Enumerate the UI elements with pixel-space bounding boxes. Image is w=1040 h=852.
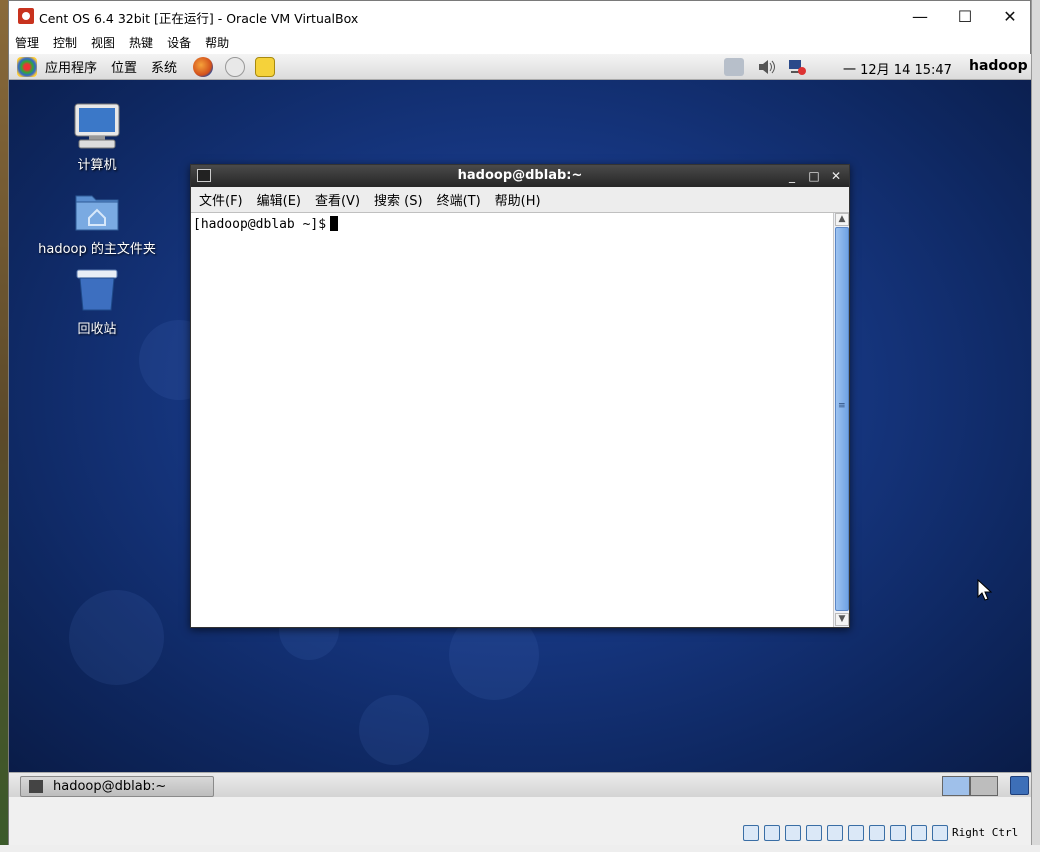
volume-icon[interactable]: [757, 58, 777, 76]
gnome-top-panel: 应用程序 位置 系统 一 12月 14 15:47 hadoop: [9, 54, 1031, 80]
bokeh-light: [69, 590, 164, 685]
display-icon[interactable]: [869, 825, 885, 841]
notes-icon[interactable]: [255, 56, 276, 77]
workspace-1[interactable]: [942, 776, 970, 796]
shared-folder-icon[interactable]: [848, 825, 864, 841]
minimize-button[interactable]: —: [897, 1, 943, 31]
terminal-menu-view[interactable]: 查看(V): [315, 190, 360, 209]
firefox-icon[interactable]: [193, 56, 214, 77]
terminal-title: hadoop@dblab:~: [457, 168, 583, 183]
desktop-icon-home[interactable]: hadoop 的主文件夹: [37, 186, 157, 257]
scroll-grip-icon: ≡: [838, 401, 846, 411]
scroll-up-arrow[interactable]: ▲: [835, 213, 849, 226]
vbox-menubar: 管理 控制 视图 热键 设备 帮助: [9, 31, 1030, 53]
gnome-bottom-panel: hadoop@dblab:~: [9, 772, 1031, 797]
panel-trash-icon[interactable]: [1010, 776, 1029, 795]
system-menu[interactable]: 系统: [151, 57, 177, 76]
vbox-device-icons: [743, 825, 953, 841]
terminal-prompt: [hadoop@dblab ~]$: [193, 217, 327, 232]
desktop-icon-label: 计算机: [77, 158, 117, 173]
window-titlebar: Cent OS 6.4 32bit [正在运行] - Oracle VM Vir…: [9, 1, 1030, 31]
taskbar-button-terminal[interactable]: hadoop@dblab:~: [20, 776, 214, 797]
menu-view[interactable]: 视图: [91, 34, 115, 51]
terminal-menubar: 文件(F) 编辑(E) 查看(V) 搜索 (S) 终端(T) 帮助(H): [191, 187, 849, 213]
mouse-integration-icon[interactable]: [932, 825, 948, 841]
text-cursor: [330, 216, 339, 231]
desktop-icon-trash[interactable]: 回收站: [37, 266, 157, 337]
terminal-menu-search[interactable]: 搜索 (S): [374, 190, 423, 209]
terminal-maximize-button[interactable]: □: [805, 167, 823, 185]
window-title: Cent OS 6.4 32bit [正在运行] - Oracle VM Vir…: [39, 11, 359, 26]
terminal-menu-edit[interactable]: 编辑(E): [257, 190, 301, 209]
bokeh-light: [359, 695, 429, 765]
menu-devices[interactable]: 设备: [167, 34, 191, 51]
computer-icon: [73, 102, 121, 150]
desktop-icon-label: 回收站: [77, 322, 117, 337]
host-key-label: Right Ctrl: [952, 826, 1019, 839]
user-menu[interactable]: hadoop: [969, 58, 1028, 74]
terminal-menu-file[interactable]: 文件(F): [199, 190, 243, 209]
optical-drive-icon[interactable]: [764, 825, 780, 841]
host-desktop-bottom: [0, 845, 1040, 852]
close-button[interactable]: ✕: [987, 1, 1033, 31]
workspace-2[interactable]: [970, 776, 998, 796]
network-adapter-icon[interactable]: [806, 825, 822, 841]
virtualbox-window: Cent OS 6.4 32bit [正在运行] - Oracle VM Vir…: [8, 0, 1031, 845]
desktop-background: 计算机 hadoop 的主文件夹 回收站 hadoop@dblab:~ _ □ …: [9, 80, 1031, 772]
update-icon[interactable]: [724, 58, 744, 76]
trash-icon: [73, 266, 121, 314]
menu-manage[interactable]: 管理: [15, 34, 39, 51]
menu-control[interactable]: 控制: [53, 34, 77, 51]
host-desktop-left: [0, 0, 8, 852]
maximize-button[interactable]: ☐: [942, 1, 988, 31]
mouse-pointer-icon: [977, 578, 993, 601]
usb-icon[interactable]: [827, 825, 843, 841]
virtualization-icon[interactable]: [911, 825, 927, 841]
virtualbox-icon: [18, 8, 34, 24]
places-menu[interactable]: 位置: [111, 57, 137, 76]
mail-icon[interactable]: [225, 56, 246, 77]
terminal-output[interactable]: [hadoop@dblab ~]$: [191, 213, 832, 627]
network-icon[interactable]: [787, 58, 807, 76]
menu-help[interactable]: 帮助: [205, 34, 229, 51]
audio-icon[interactable]: [785, 825, 801, 841]
scroll-thumb[interactable]: [835, 227, 849, 611]
terminal-scrollbar[interactable]: ▲ ≡ ▼: [833, 213, 849, 627]
workspace-switcher[interactable]: [942, 776, 998, 796]
terminal-menu-terminal[interactable]: 终端(T): [437, 190, 481, 209]
desktop-icon-label: hadoop 的主文件夹: [38, 242, 156, 257]
vbox-statusbar: Right Ctrl: [9, 797, 1031, 845]
clock[interactable]: 一 12月 14 15:47: [843, 59, 952, 78]
desktop-icon-computer[interactable]: 计算机: [37, 102, 157, 173]
applications-menu[interactable]: 应用程序: [45, 57, 97, 76]
harddisk-icon[interactable]: [743, 825, 759, 841]
terminal-window[interactable]: hadoop@dblab:~ _ □ ✕ 文件(F) 编辑(E) 查看(V) 搜…: [190, 164, 850, 628]
video-capture-icon[interactable]: [890, 825, 906, 841]
menu-hotkey[interactable]: 热键: [129, 34, 153, 51]
terminal-menu-help[interactable]: 帮助(H): [495, 190, 541, 209]
scroll-down-arrow[interactable]: ▼: [835, 613, 849, 626]
terminal-icon: [29, 780, 43, 793]
taskbar-button-label: hadoop@dblab:~: [53, 779, 167, 794]
home-folder-icon: [73, 186, 121, 234]
terminal-titlebar[interactable]: hadoop@dblab:~ _ □ ✕: [191, 165, 849, 187]
terminal-close-button[interactable]: ✕: [827, 167, 845, 185]
host-desktop-right: [1031, 0, 1040, 852]
gnome-foot-icon: [17, 56, 37, 77]
terminal-minimize-button[interactable]: _: [783, 167, 801, 185]
guest-screen: 应用程序 位置 系统 一 12月 14 15:47 hadoop 计算机 had…: [9, 54, 1031, 797]
